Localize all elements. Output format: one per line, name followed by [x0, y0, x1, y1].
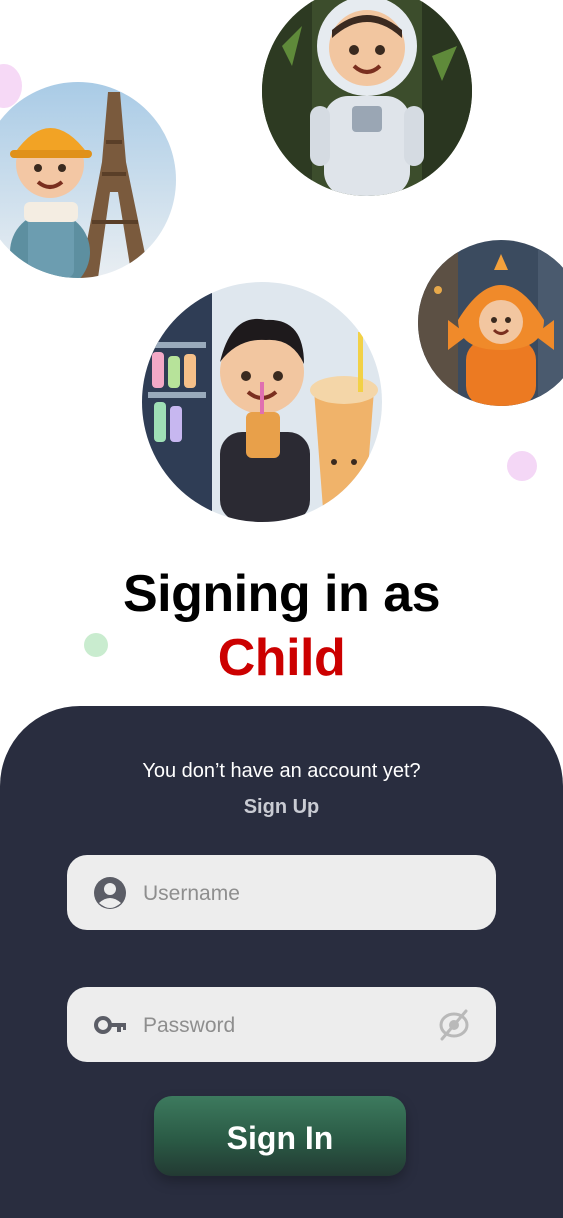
no-account-prompt: You don’t have an account yet? [142, 760, 421, 782]
avatar-astronaut-boy [262, 0, 472, 196]
avatar-bubble-tea-boy [142, 282, 382, 522]
eye-off-icon[interactable] [436, 1007, 472, 1043]
username-input[interactable] [141, 855, 425, 932]
password-input[interactable] [141, 987, 425, 1064]
page-title: Signing in as [122, 565, 441, 623]
sign-up-link[interactable]: Sign Up [0, 796, 563, 819]
avatar-fish-costume-boy [418, 240, 563, 406]
user-circle-icon [94, 877, 126, 909]
sign-in-button[interactable]: Sign In [154, 1096, 406, 1176]
username-field[interactable] [67, 855, 496, 932]
password-field[interactable] [67, 987, 496, 1064]
decorative-dot-pink-small [507, 451, 537, 481]
key-icon [94, 1016, 126, 1034]
avatar-construction-boy [0, 82, 176, 278]
role-label: Child [217, 629, 346, 687]
login-panel: You don’t have an account yet? Sign Up S… [0, 706, 563, 1218]
